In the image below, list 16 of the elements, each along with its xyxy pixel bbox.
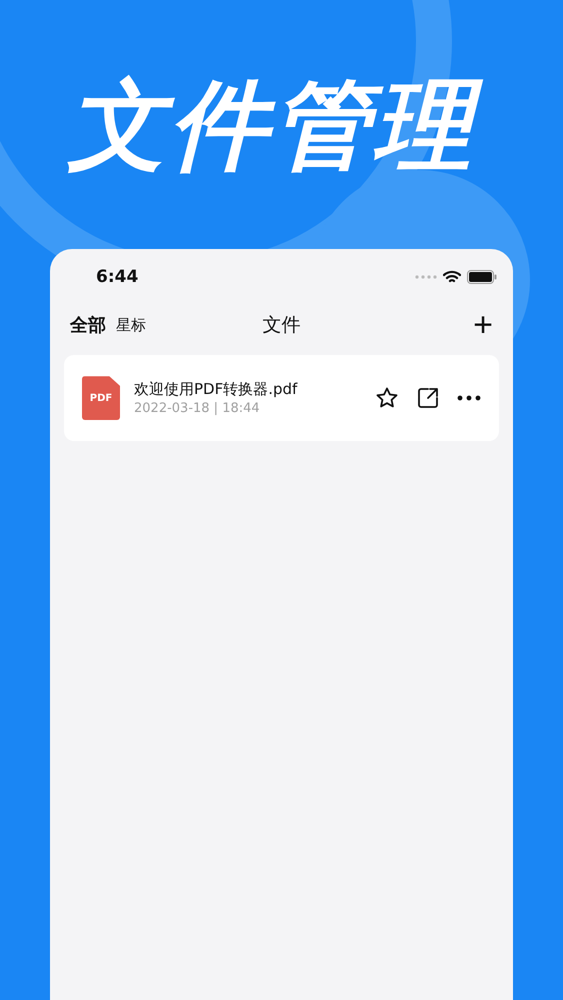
page-title: 文件 [262,313,300,338]
file-card[interactable]: PDF 欢迎使用PDF转换器.pdf 2022-03-18 | 18:44 [64,355,499,442]
status-time: 6:44 [96,267,138,288]
star-icon[interactable] [375,386,399,410]
wifi-icon [443,270,461,284]
file-date: 2022-03-18 | 18:44 [134,401,261,416]
pdf-file-icon: PDF [82,376,120,420]
more-icon[interactable] [457,395,481,402]
headline: 文件管理 [60,52,504,202]
file-name: 欢迎使用PDF转换器.pdf [134,380,298,400]
battery-icon [467,270,497,284]
tab[interactable]: 全部 [70,313,106,338]
tab[interactable]: 星标 [116,316,146,335]
add-button[interactable]: + [473,308,493,342]
signal-icon [415,275,437,280]
share-icon[interactable] [417,387,439,410]
